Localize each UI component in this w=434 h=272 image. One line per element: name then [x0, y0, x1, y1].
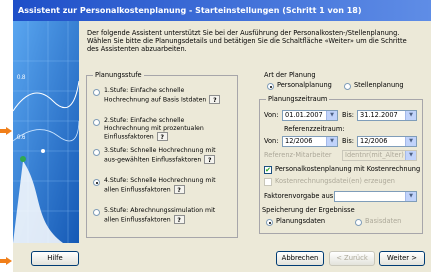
pointer-arrow-icon	[0, 127, 12, 135]
planungszeitraum-group: Planungszeitraum Von: 01.01.2007 ▼ Bis: …	[259, 95, 423, 234]
referenz-mitarbeiter-label: Referenz-Mitarbeiter	[264, 151, 332, 159]
pointer-arrow-icon	[0, 257, 12, 265]
ref-von-select[interactable]: 12/2006 ▼	[282, 136, 338, 147]
referenz-mitarbeiter-value: Identnr(mit_Alter)	[345, 151, 404, 159]
dropdown-arrow-icon[interactable]: ▼	[326, 111, 337, 120]
svg-text:0.8: 0.8	[17, 75, 26, 81]
bis-label: Bis:	[342, 111, 355, 119]
option-label: 4.Stufe: Schnelle Hochrechnung mit allen…	[104, 177, 216, 193]
abbrechen-button[interactable]: Abbrechen	[276, 251, 324, 266]
option-label: 3.Stufe: Schnelle Hochrechnung mit aus-g…	[104, 147, 216, 163]
basisdaten-label[interactable]: Basisdaten	[365, 217, 401, 226]
faktorenvorgabe-label: Faktorenvorgabe aus:	[264, 192, 336, 200]
help-question-icon[interactable]: ?	[156, 132, 168, 141]
ref-bis-value: 12/2006	[360, 137, 388, 145]
radio-stellenplanung[interactable]	[344, 83, 351, 90]
ref-bis-label: Bis:	[342, 137, 355, 145]
help-question-icon[interactable]: ?	[173, 214, 185, 224]
ref-von-label: Von:	[264, 137, 279, 145]
radio-button[interactable]	[93, 209, 100, 216]
side-banner-image: 0.8 0.6	[13, 21, 79, 243]
weiter-button[interactable]: Weiter >	[379, 251, 425, 266]
window-title: Assistent zur Personalkostenplanung - St…	[13, 0, 431, 21]
von-date-value: 01.01.2007	[285, 111, 323, 119]
intro-text: Der folgende Assistent unterstützt Sie b…	[87, 29, 407, 53]
option-label: 2.Stufe: Einfache schnelle Hochrechnung …	[104, 117, 204, 141]
planungsstufe-legend: Planungsstufe	[93, 71, 144, 80]
planungsstufe-group: Planungsstufe 1.Stufe: Einfache schnelle…	[86, 71, 238, 238]
help-question-icon[interactable]: ?	[204, 154, 216, 164]
dropdown-arrow-icon[interactable]: ▼	[326, 137, 337, 146]
dropdown-arrow-icon[interactable]: ▼	[405, 137, 416, 146]
zurueck-button[interactable]: < Zurück	[329, 251, 375, 266]
radio-planungsdaten[interactable]	[266, 219, 273, 226]
option-label: 1.Stufe: Einfache schnelle Hochrechnung …	[104, 87, 207, 103]
radio-personalplanung[interactable]	[267, 83, 274, 90]
bis-date-field[interactable]: 31.12.2007 ▼	[357, 110, 417, 121]
radio-button[interactable]	[93, 149, 100, 156]
help-question-icon[interactable]: ?	[209, 94, 221, 104]
option-label: 5.Stufe: Abrechnungssimulation mit allen…	[104, 207, 216, 223]
bis-date-value: 31.12.2007	[360, 111, 398, 119]
kostenrechnungsdatei-label[interactable]: Kostenrechnungsdatei(en) erzeugen	[275, 177, 395, 186]
ref-bis-select[interactable]: 12/2006 ▼	[357, 136, 417, 147]
radio-basisdaten[interactable]	[355, 219, 362, 226]
dropdown-arrow-icon[interactable]: ▼	[405, 111, 416, 120]
radio-button[interactable]	[93, 119, 100, 126]
planungsdaten-label[interactable]: Planungsdaten	[276, 217, 325, 226]
von-label: Von:	[264, 111, 279, 119]
stellenplanung-label[interactable]: Stellenplanung	[354, 81, 404, 90]
referenz-mitarbeiter-select[interactable]: Identnr(mit_Alter) ▼	[342, 150, 417, 161]
von-date-field[interactable]: 01.01.2007 ▼	[282, 110, 338, 121]
hilfe-button[interactable]: Hilfe	[31, 251, 79, 266]
art-legend: Art der Planung	[264, 71, 316, 79]
referenzzeitraum-label: Referenzzeitraum:	[284, 125, 345, 133]
help-question-icon[interactable]: ?	[173, 184, 185, 194]
kostenrechnung-label[interactable]: Personalkostenplanung mit Kostenrechnung	[275, 165, 420, 174]
radio-button[interactable]	[93, 89, 100, 96]
dropdown-arrow-icon[interactable]: ▼	[405, 192, 416, 201]
faktorenvorgabe-select[interactable]: ▼	[334, 191, 417, 202]
svg-text:0.6: 0.6	[17, 135, 26, 141]
planungszeitraum-legend: Planungszeitraum	[266, 95, 330, 104]
speicherung-legend: Speicherung der Ergebnisse	[262, 206, 355, 214]
radio-button-selected[interactable]	[93, 179, 100, 186]
kostenrechnung-checkbox[interactable]: ✔	[264, 166, 272, 174]
personalplanung-label[interactable]: Personalplanung	[277, 81, 332, 90]
ref-von-value: 12/2006	[285, 137, 313, 145]
wizard-window: Assistent zur Personalkostenplanung - St…	[13, 0, 431, 272]
kostenrechnungsdatei-checkbox[interactable]	[264, 178, 272, 186]
dropdown-arrow-icon[interactable]: ▼	[405, 151, 416, 160]
